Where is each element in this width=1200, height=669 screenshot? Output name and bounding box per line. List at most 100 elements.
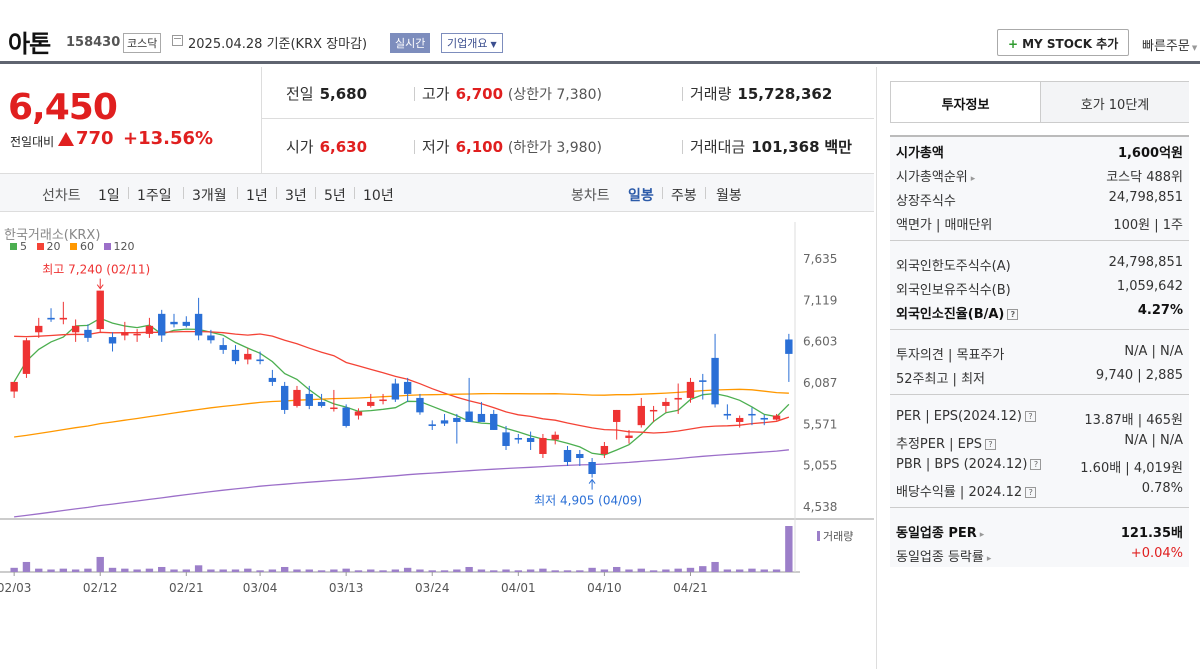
volume-bar bbox=[576, 570, 584, 572]
divider bbox=[276, 187, 277, 199]
stat-open-value: 6,630 bbox=[319, 138, 368, 156]
row-label-text: PER | EPS(2024.12) bbox=[896, 409, 1022, 424]
candle bbox=[317, 393, 326, 408]
row-market-cap-rank[interactable]: 시가총액순위 ▸ 코스닥 488위 bbox=[896, 164, 1183, 186]
y-tick-label: 4,538 bbox=[803, 500, 837, 514]
volume-bar bbox=[760, 569, 768, 572]
my-stock-add-button[interactable]: + MY STOCK 추가 bbox=[997, 29, 1130, 56]
row-label: 동일업종 PER ▸ bbox=[896, 522, 984, 541]
row-sector-per[interactable]: 동일업종 PER ▸ 121.35배 bbox=[896, 520, 1183, 542]
candle-body bbox=[330, 407, 338, 410]
help-icon[interactable]: ? bbox=[1030, 459, 1042, 470]
candle-body bbox=[108, 337, 117, 344]
tab-hoga-10[interactable]: 호가 10단계 bbox=[1040, 82, 1189, 122]
row-value: +0.04% bbox=[1130, 546, 1183, 561]
candle-chart-label[interactable]: 봉차트 bbox=[571, 185, 610, 205]
realtime-button[interactable]: 실시간 bbox=[390, 33, 431, 53]
company-overview-label: 기업개요 bbox=[447, 37, 488, 50]
candle-body bbox=[170, 321, 178, 325]
legend-ma60: 60 bbox=[70, 240, 94, 253]
line-chart-label[interactable]: 선차트 bbox=[42, 185, 81, 205]
period-1y[interactable]: 1년 bbox=[246, 185, 268, 205]
row-value: 4.27% bbox=[1137, 303, 1183, 318]
candle-daily[interactable]: 일봉 bbox=[628, 185, 654, 205]
stats-row-1: 전일 5,680 고가 6,700 (상한가 7,380) 거래량 15,728,36… bbox=[262, 67, 874, 119]
y-tick-label: 7,635 bbox=[803, 252, 837, 266]
volume-bar bbox=[600, 569, 609, 572]
row-value: 121.35배 bbox=[1120, 526, 1183, 541]
stat-high-label: 고가 bbox=[422, 85, 450, 103]
volume-bar bbox=[219, 569, 227, 572]
volume-bar bbox=[662, 569, 670, 572]
candle-body bbox=[526, 437, 535, 442]
stock-code: 158430 bbox=[66, 35, 121, 50]
row-sector-change[interactable]: 동일업종 등락률 ▸ +0.04% bbox=[896, 544, 1183, 566]
legend-swatch bbox=[36, 243, 44, 250]
volume-bar bbox=[59, 568, 68, 572]
candle-body bbox=[416, 397, 424, 413]
volume-bar bbox=[563, 570, 572, 572]
help-icon[interactable]: ? bbox=[1007, 309, 1019, 320]
price-stats: 전일 5,680 고가 6,700 (상한가 7,380) 거래량 15,728,36… bbox=[262, 67, 874, 173]
divider bbox=[315, 187, 316, 199]
quick-order-label: 빠른주문 bbox=[1142, 39, 1190, 54]
volume-bar bbox=[268, 569, 277, 572]
period-10y[interactable]: 10년 bbox=[363, 185, 394, 205]
volume-bar bbox=[10, 567, 18, 572]
help-icon[interactable]: ? bbox=[1024, 411, 1036, 422]
period-5y[interactable]: 5년 bbox=[324, 185, 346, 205]
candle-body bbox=[317, 401, 326, 406]
candle-body bbox=[182, 321, 190, 326]
candle-body bbox=[59, 317, 68, 320]
help-icon[interactable]: ? bbox=[1025, 487, 1037, 498]
stat-upper-limit: (상한가 7,380) bbox=[507, 87, 602, 103]
current-price-box: 6,450 전일대비 770 +13.56% bbox=[0, 67, 262, 173]
candle-weekly[interactable]: 주봉 bbox=[671, 185, 697, 205]
candle-monthly[interactable]: 월봉 bbox=[716, 185, 742, 205]
row-label-text: PBR | BPS (2024.12) bbox=[896, 457, 1028, 472]
x-tick-label: 04/01 bbox=[501, 581, 536, 592]
help-icon[interactable]: ? bbox=[984, 439, 996, 450]
candle-body bbox=[84, 329, 92, 338]
stats-row-2: 시가 6,630 저가 6,100 (하한가 3,980) 거래대금 101,368 … bbox=[262, 120, 874, 172]
row-value: 9,740 | 2,885 bbox=[1095, 368, 1183, 383]
period-3y[interactable]: 3년 bbox=[285, 185, 307, 205]
period-3m[interactable]: 3개월 bbox=[192, 185, 227, 205]
tab-invest-info[interactable]: 투자정보 bbox=[891, 82, 1040, 122]
company-overview-dropdown[interactable]: 기업개요 ▼ bbox=[441, 33, 503, 53]
candle bbox=[711, 333, 719, 408]
row-label-text: 동일업종 등락률 bbox=[896, 550, 984, 565]
candle-body bbox=[10, 381, 18, 392]
candle-body bbox=[71, 325, 80, 333]
x-tick-label: 02/21 bbox=[169, 581, 204, 592]
period-1d[interactable]: 1일 bbox=[98, 185, 120, 205]
candle bbox=[637, 397, 645, 428]
candle bbox=[379, 393, 387, 405]
row-est-per-eps: 추정PER | EPS? N/A | N/A bbox=[896, 431, 1183, 453]
row-dividend: 배당수익률 | 2024.12? 0.78% bbox=[896, 479, 1183, 501]
stat-amount-unit: 백만 bbox=[824, 138, 852, 156]
volume-bar bbox=[108, 567, 117, 572]
x-tick-label: 04/21 bbox=[673, 581, 708, 592]
stat-high: 고가 6,700 (상한가 7,380) bbox=[422, 83, 602, 104]
candle bbox=[256, 351, 264, 365]
quick-order-dropdown[interactable]: 빠른주문 ▼ bbox=[1142, 35, 1197, 54]
candle-body bbox=[662, 401, 670, 406]
legend-ma120: 120 bbox=[103, 240, 135, 253]
volume-bar bbox=[305, 569, 313, 572]
volume-bar bbox=[428, 570, 436, 572]
legend-ma60-label: 60 bbox=[80, 240, 94, 253]
candle-body bbox=[465, 411, 473, 422]
candle-body bbox=[625, 435, 633, 438]
row-par-value: 액면가 | 매매단위 100원 | 1주 bbox=[896, 212, 1183, 234]
price-chart[interactable]: 7,635 7,119 6,603 6,087 5,571 5,055 4,538 거래량 02… bbox=[0, 212, 874, 592]
candle-body bbox=[22, 340, 31, 374]
volume-bar bbox=[379, 570, 387, 572]
investment-info-panel: 투자정보 호가 10단계 시가총액 1,600억원 시가총액순위 ▸ 코스닥 488위… bbox=[876, 67, 1200, 669]
stat-amount-label: 거래대금 bbox=[690, 138, 746, 156]
candle bbox=[440, 413, 449, 426]
candle bbox=[600, 441, 609, 458]
row-label: 동일업종 등락률 ▸ bbox=[896, 546, 991, 565]
calendar-icon bbox=[172, 35, 183, 46]
period-1w[interactable]: 1주일 bbox=[137, 185, 172, 205]
